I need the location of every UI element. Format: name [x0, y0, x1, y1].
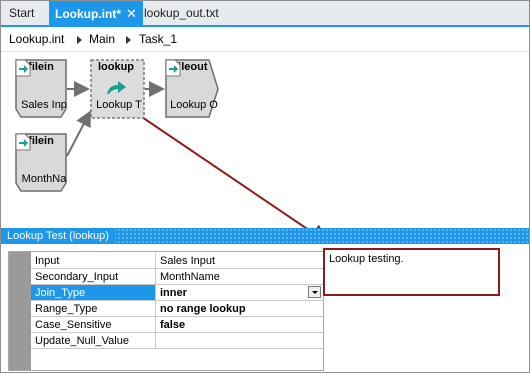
property-value[interactable] [156, 333, 323, 349]
property-key: Range_Type [31, 301, 156, 317]
property-key: Update_Null_Value [31, 333, 156, 349]
node-label: Lookup T [96, 99, 142, 111]
description-box[interactable]: Lookup testing. [323, 248, 500, 296]
lookup-arrow-icon [107, 81, 126, 94]
node-title: lookup [97, 61, 135, 73]
connectors [66, 81, 330, 241]
node-label: Lookup O [170, 99, 218, 111]
property-key: Join_Type [31, 285, 156, 301]
property-key: Secondary_Input [31, 269, 156, 285]
property-row[interactable]: Input Sales Input [31, 253, 323, 269]
panel-title: Lookup Test (lookup) [1, 228, 115, 244]
node-fileout[interactable]: fileout Lookup O [165, 59, 219, 118]
property-row[interactable]: Update_Null_Value [31, 333, 323, 349]
property-key: Case_Sensitive [31, 317, 156, 333]
property-row[interactable]: Join_Type inner [31, 285, 323, 301]
file-arrow-icon [15, 59, 31, 77]
grid-gutter [9, 252, 31, 370]
property-value[interactable]: Sales Input [156, 253, 323, 269]
node-filein-sales[interactable]: filein Sales Inp [15, 59, 67, 118]
properties-panel-header: Lookup Test (lookup) [1, 228, 529, 244]
app-window: Start Lookup.int* ✕ lookup_out.txt Lookup… [0, 0, 530, 373]
node-filein-month[interactable]: filein MonthNa [15, 133, 67, 192]
properties-grid: Input Sales Input Secondary_Input MonthN… [8, 251, 324, 371]
annotation-arrow [132, 110, 330, 241]
property-row[interactable]: Case_Sensitive false [31, 317, 323, 333]
file-out-icon [165, 59, 181, 77]
chevron-down-icon[interactable] [308, 286, 321, 298]
property-key: Input [31, 253, 156, 269]
file-arrow-icon [15, 133, 31, 151]
connector-line [66, 110, 91, 157]
node-lookup[interactable]: lookup Lookup T [90, 59, 145, 119]
property-row[interactable]: Range_Type no range lookup [31, 301, 323, 317]
property-value[interactable]: MonthName [156, 269, 323, 285]
node-label: MonthNa [21, 173, 67, 185]
property-value-select[interactable]: inner [156, 285, 323, 301]
property-value[interactable]: false [156, 317, 323, 333]
property-row[interactable]: Secondary_Input MonthName [31, 269, 323, 285]
select-value: inner [160, 287, 187, 299]
node-label: Sales Inp [21, 99, 67, 111]
property-value[interactable]: no range lookup [156, 301, 323, 317]
